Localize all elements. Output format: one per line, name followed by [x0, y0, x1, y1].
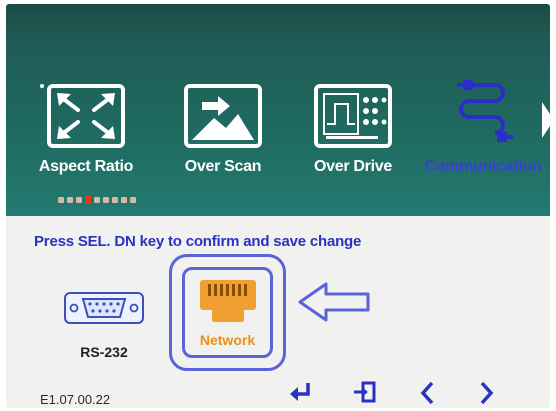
menu-item-label: Over Scan: [184, 158, 262, 175]
over-drive-icon: [314, 84, 392, 148]
exit-icon[interactable]: [352, 380, 378, 404]
right-arrow-icon[interactable]: [476, 380, 496, 406]
menu-item-aspect-ratio[interactable]: Aspect Ratio: [36, 84, 136, 184]
ethernet-port-icon: [200, 280, 256, 322]
menu-item-label: Aspect Ratio: [38, 158, 134, 175]
pointer-arrow-icon: [298, 282, 370, 322]
aspect-ratio-icon: [47, 84, 125, 148]
osd-screen: Aspect Ratio Over Scan Over Drive Commun…: [6, 4, 550, 408]
menu-item-label: Over Drive: [314, 158, 392, 175]
menu-item-over-scan[interactable]: Over Scan: [173, 84, 273, 184]
left-arrow-icon[interactable]: [418, 380, 438, 406]
option-rs232[interactable]: RS-232: [62, 289, 146, 369]
menu-item-over-drive[interactable]: Over Drive: [303, 84, 403, 184]
instruction-text: Press SEL. DN key to confirm and save ch…: [34, 233, 362, 250]
over-scan-icon: [184, 84, 262, 148]
communication-cable-icon: [457, 80, 513, 142]
menu-item-communication[interactable]: Communication: [425, 80, 542, 184]
enter-icon[interactable]: [288, 380, 314, 404]
option-label: Network: [199, 332, 256, 348]
menu-bar: Aspect Ratio Over Scan Over Drive Commun…: [6, 4, 550, 216]
next-page-arrow-icon[interactable]: [542, 102, 550, 138]
option-label: RS-232: [80, 344, 128, 360]
option-network[interactable]: Network: [169, 254, 286, 371]
serial-port-icon: [64, 292, 144, 324]
page-indicator: [58, 195, 136, 205]
firmware-version: E1.07.00.22: [40, 392, 111, 407]
menu-item-label: Communication: [424, 158, 542, 175]
